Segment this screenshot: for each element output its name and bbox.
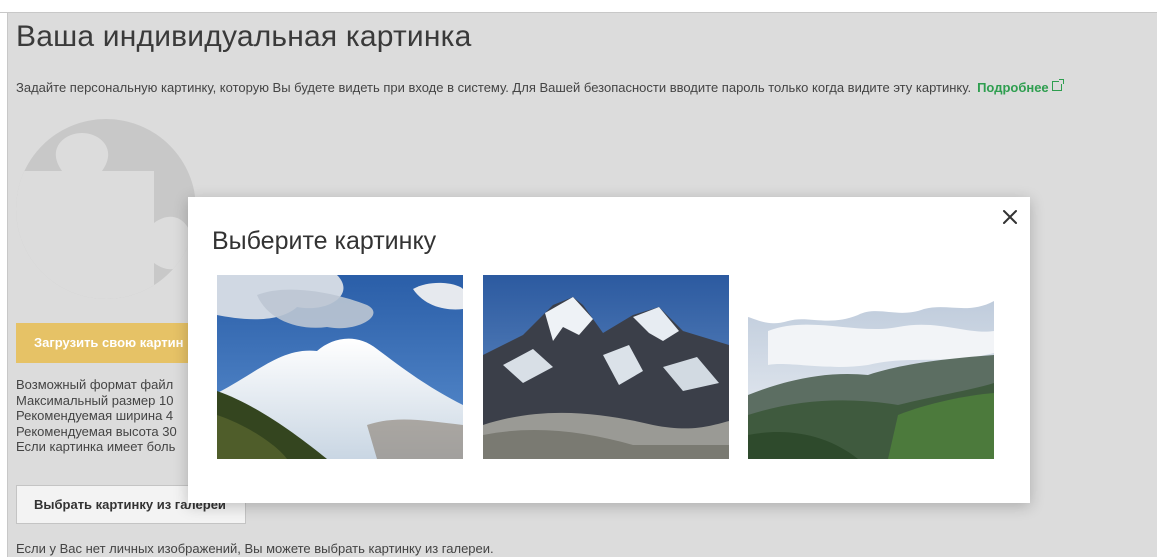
- requirement-max-size: Максимальный размер 10: [16, 392, 174, 408]
- puzzle-piece-icon: [16, 133, 192, 299]
- requirement-note: Если картинка имеет боль: [16, 439, 176, 455]
- requirement-height: Рекомендуемая высота 30: [16, 423, 177, 439]
- more-link-label[interactable]: Подробнее: [977, 80, 1049, 95]
- external-link-icon[interactable]: [1051, 79, 1064, 91]
- requirements-list: Возможный формат файл Максимальный разме…: [16, 377, 177, 455]
- upload-image-button[interactable]: Загрузить свою картин: [16, 323, 216, 363]
- intro-text: Задайте персональную картинку, которую В…: [16, 79, 1064, 95]
- requirement-width: Рекомендуемая ширина 4: [16, 408, 174, 424]
- modal-title: Выберите картинку: [212, 227, 437, 255]
- gallery-image-green-valley[interactable]: [748, 275, 994, 459]
- intro-description: Задайте персональную картинку, которую В…: [16, 80, 972, 95]
- requirement-format: Возможный формат файл: [16, 377, 174, 392]
- page-title: Ваша индивидуальная картинка: [16, 20, 472, 53]
- left-border: [0, 13, 8, 557]
- close-icon[interactable]: [1000, 207, 1020, 227]
- gallery-image-rocky-mountain[interactable]: [483, 275, 729, 459]
- choose-image-modal: Выберите картинку: [188, 197, 1030, 503]
- more-link[interactable]: Подробнее: [977, 79, 1064, 95]
- gallery-note: Если у Вас нет личных изображений, Вы мо…: [16, 541, 494, 556]
- avatar-placeholder: [16, 119, 196, 299]
- gallery-image-snowy-peaks[interactable]: [217, 275, 463, 459]
- top-border: [0, 0, 1157, 13]
